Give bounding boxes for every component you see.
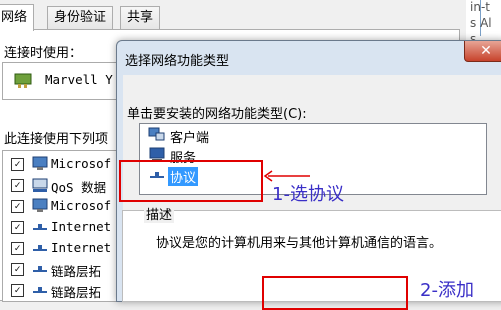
item-label: Microsof — [51, 198, 112, 213]
step1-annotation: 1-选协议 — [272, 184, 344, 205]
tab-authentication[interactable]: 身份验证 — [47, 6, 114, 29]
feature-type-label: 单击要安装的网络功能类型(C): — [127, 107, 307, 122]
item-checkbox[interactable]: ✓ — [11, 158, 24, 171]
description-legend: 描述 — [144, 204, 175, 223]
close-button[interactable]: ✕ — [464, 41, 501, 62]
tab-networking[interactable]: 网络 — [0, 4, 35, 31]
item-label: Internet — [51, 240, 112, 255]
client-icon — [148, 126, 166, 148]
item-label: Internet — [51, 219, 112, 234]
item-checkbox[interactable]: ✓ — [11, 221, 24, 234]
edge-text: in-t — [470, 0, 490, 14]
tab-sharing[interactable]: 共享 — [120, 6, 161, 29]
item-label: 链路层拓 — [51, 264, 102, 279]
connect-using-label: 连接时使用： — [4, 46, 83, 61]
step2-annotation: 2-添加 — [420, 280, 474, 301]
item-checkbox[interactable]: ✓ — [11, 200, 24, 213]
item-checkbox[interactable]: ✓ — [11, 242, 24, 255]
item-label: QoS 数据 — [51, 180, 107, 195]
item-checkbox[interactable]: ✓ — [11, 179, 24, 192]
network-adapter-icon — [13, 71, 33, 95]
dialog-title: 选择网络功能类型 — [125, 54, 230, 69]
edge-text: s Al — [470, 16, 492, 30]
item-checkbox[interactable]: ✓ — [11, 263, 24, 276]
protocol-icon — [31, 239, 49, 260]
network-client-icon — [31, 197, 49, 218]
protocol-icon — [31, 218, 49, 239]
description-text: 协议是您的计算机用来与其他计算机通信的语言。 — [156, 236, 443, 251]
item-checkbox[interactable]: ✓ — [11, 284, 24, 297]
item-label: 客户端 — [170, 131, 210, 146]
items-label: 此连接使用下列项 — [4, 132, 109, 147]
item-label: Microsof — [51, 156, 112, 171]
qos-icon — [31, 176, 49, 197]
network-client-icon — [31, 155, 49, 176]
protocol-icon — [31, 260, 49, 281]
highlight-add-button — [262, 276, 408, 310]
adapter-name: Marvell Y — [45, 72, 113, 87]
connection-items-list: ✓ Microsof ✓ QoS 数据 ✓ Microsof ✓ Interne… — [2, 150, 134, 302]
highlight-protocol — [119, 160, 263, 202]
adapter-field: Marvell Y — [2, 62, 130, 100]
